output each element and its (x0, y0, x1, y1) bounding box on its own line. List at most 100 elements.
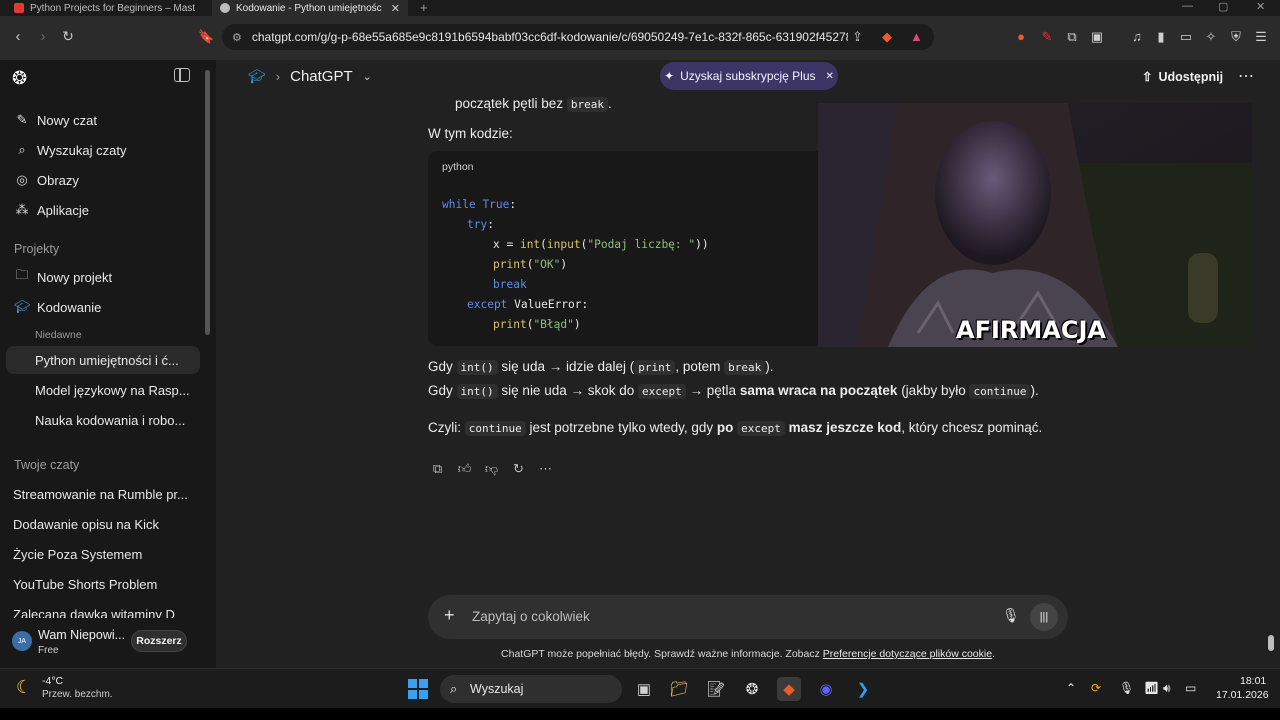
address-bar[interactable]: ⚙ chatgpt.com/g/g-p-68e55a685e9c8191b659… (222, 24, 934, 50)
voice-mode-icon[interactable]: ||| (1030, 603, 1058, 631)
extension-icon-2[interactable]: ✎ (1038, 29, 1056, 45)
thumbs-down-icon[interactable]: 👎︎ (484, 461, 499, 477)
sidebar-chat-item[interactable]: Python umiejętności i ć... (6, 346, 200, 374)
microphone-icon[interactable]: 🎙︎ (1119, 681, 1134, 695)
volume-icon[interactable]: 🔊︎ (1163, 681, 1171, 696)
more-actions-icon[interactable]: ⋯ (538, 461, 553, 477)
copy-icon[interactable]: ⧉ (430, 461, 445, 477)
task-view-icon[interactable]: ▣ (632, 677, 656, 701)
plus-pill-label: Uzyskaj subskrypcję Plus (680, 69, 816, 83)
sidebar-item-label: Nauka kodowania i robo... (35, 412, 186, 428)
share-icon: ⇧ (1142, 70, 1153, 84)
extensions-icon[interactable]: ⧉ (1063, 29, 1081, 45)
start-button[interactable] (408, 679, 428, 699)
tab-capture-icon[interactable]: ▣ (1088, 29, 1106, 45)
sidebar-scrollbar[interactable] (205, 70, 210, 335)
sidebar-chat-item[interactable]: Nauka kodowania i robo... (6, 406, 200, 434)
more-options-icon[interactable]: ⋯ (1238, 66, 1254, 86)
site-settings-icon[interactable]: ⚙ (232, 31, 242, 44)
close-sidebar-icon[interactable] (174, 68, 190, 82)
weather-temp[interactable]: -4°C (42, 675, 63, 687)
chatgpt-icon (220, 3, 230, 13)
browser-tab-kodowanie[interactable]: Kodowanie - Python umiejętnośc ✕ (212, 0, 408, 16)
close-window-icon[interactable]: ✕ (1256, 0, 1265, 16)
share-button[interactable]: ⇧ Udostępnij (1142, 69, 1223, 85)
add-attachment-icon[interactable]: + (444, 605, 455, 626)
wallet-icon[interactable]: ▭ (1177, 29, 1195, 45)
sidebar-item-label: YouTube Shorts Problem (13, 576, 158, 592)
sidebar-chat-item[interactable]: Życie Poza Systemem (6, 540, 200, 568)
code-line: print("OK") (493, 258, 568, 271)
prompt-input[interactable]: Zapytaj o cokolwiek (472, 609, 590, 624)
minimize-icon[interactable]: — (1182, 0, 1193, 16)
chats-heading[interactable]: Twoje czaty (14, 458, 79, 472)
brave-browser-icon[interactable]: ◆ (777, 677, 801, 701)
microphone-icon[interactable]: 🎙︎ (1002, 607, 1020, 624)
back-icon[interactable]: ‹ (8, 28, 28, 45)
show-hidden-icons-icon[interactable]: ⌃ (1066, 681, 1076, 695)
brave-rewards-icon[interactable]: ▲ (910, 29, 923, 44)
weather-moon-icon[interactable]: ☾ (16, 677, 32, 698)
message-line: Czyli: continue jest potrzebne tylko wte… (428, 420, 1043, 436)
sidebar-item-apps[interactable]: ⁂ Aplikacje (6, 196, 200, 224)
notepad-icon[interactable]: 📝︎ (704, 677, 728, 701)
clock-date[interactable]: 17.01.2026 (1216, 689, 1269, 701)
webcam-caption: AFIRMACJA (956, 316, 1106, 344)
file-explorer-icon[interactable]: 📁︎ (667, 677, 691, 701)
sidebar-item-images[interactable]: ◎ Obrazy (6, 166, 200, 194)
regenerate-icon[interactable]: ↻ (511, 461, 526, 477)
taskbar-search[interactable]: ⌕ Wyszukaj (440, 675, 622, 703)
openai-logo-icon[interactable]: ❂ (12, 68, 27, 89)
sidebar-panel-icon[interactable]: ▮ (1152, 29, 1170, 45)
clock-time[interactable]: 18:01 (1240, 675, 1266, 687)
vscode-icon[interactable]: ❯ (851, 677, 875, 701)
upgrade-button[interactable]: Rozszerz (131, 630, 187, 652)
chatgpt-app-icon[interactable]: ❂ (740, 677, 764, 701)
main-panel: 🎓︎ › ChatGPT ⌄ ✦ Uzyskaj subskrypcję Plu… (216, 60, 1280, 668)
cookie-preferences-link[interactable]: Preferencje dotyczące plików cookie (823, 648, 992, 660)
images-icon: ◎ (16, 172, 28, 187)
thumbs-up-icon[interactable]: 👍︎ (457, 461, 472, 477)
user-menu[interactable]: JA Wam Niepowi... Free Rozszerz (0, 618, 216, 668)
vpn-icon[interactable]: ⛨ (1227, 29, 1245, 45)
bookmark-icon[interactable]: 🔖 (198, 29, 214, 45)
sidebar-item-label: Model językowy na Rasp... (35, 382, 190, 398)
main-scrollbar[interactable] (1268, 635, 1274, 651)
battery-icon[interactable]: ▭ (1185, 681, 1196, 695)
maximize-icon[interactable]: ▢ (1218, 0, 1228, 16)
wifi-icon[interactable]: 📶︎ (1144, 681, 1159, 695)
weather-desc[interactable]: Przew. bezchm. (42, 689, 113, 700)
sidebar-chat-item[interactable]: Model językowy na Rasp... (6, 376, 200, 404)
model-selector[interactable]: 🎓︎ › ChatGPT ⌄ (248, 68, 372, 85)
brave-shield-icon[interactable]: ◆ (882, 29, 892, 45)
share-page-icon[interactable]: ⇪ (852, 29, 863, 45)
forward-icon[interactable]: › (33, 28, 53, 45)
youtube-icon (14, 3, 24, 13)
sidebar-item-new-project[interactable]: 🗀 Nowy projekt (6, 263, 200, 291)
new-tab-icon[interactable]: + (420, 0, 428, 15)
code-line: try: (467, 218, 494, 231)
sidebar-item-label: Wyszukaj czaty (37, 142, 127, 158)
sidebar-chat-item[interactable]: YouTube Shorts Problem (6, 570, 200, 598)
sidebar-item-kodowanie[interactable]: 🎓︎ Kodowanie (6, 293, 200, 321)
sidebar-item-search-chats[interactable]: ⌕ Wyszukaj czaty (6, 136, 200, 164)
leo-ai-icon[interactable]: ✧ (1202, 29, 1220, 45)
message-actions: ⧉ 👍︎ 👎︎ ↻ ⋯ (430, 461, 553, 477)
sidebar-chat-item[interactable]: Dodawanie opisu na Kick (6, 510, 200, 538)
sync-icon[interactable]: ⟳ (1091, 681, 1101, 695)
close-tab-icon[interactable]: ✕ (391, 2, 400, 15)
prompt-composer[interactable]: + Zapytaj o cokolwiek 🎙︎ ||| (428, 595, 1068, 639)
get-plus-pill[interactable]: ✦ Uzyskaj subskrypcję Plus ✕ (660, 62, 838, 90)
sidebar-chat-item[interactable]: Streamowanie na Rumble pr... (6, 480, 200, 508)
reload-icon[interactable]: ↻ (58, 28, 78, 45)
menu-icon[interactable]: ☰ (1252, 29, 1270, 45)
media-icon[interactable]: ♫ (1128, 29, 1146, 44)
browser-tab-python-projects[interactable]: Python Projects for Beginners – Mast (6, 0, 206, 16)
discord-icon[interactable]: ◉ (814, 677, 838, 701)
close-icon[interactable]: ✕ (826, 71, 834, 82)
projects-heading[interactable]: Projekty (14, 242, 59, 256)
sidebar-item-new-chat[interactable]: ✎ Nowy czat (6, 106, 200, 134)
webcam-image (818, 103, 1252, 347)
extension-icon-1[interactable]: ● (1012, 29, 1030, 44)
graduation-cap-icon: 🎓︎ (248, 68, 266, 84)
